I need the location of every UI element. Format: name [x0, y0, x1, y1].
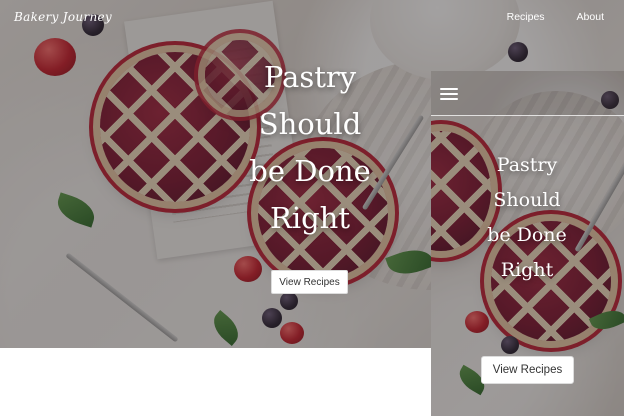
- hero-title-line: Pastry: [496, 154, 558, 176]
- blackberry-decor-3: [262, 308, 282, 328]
- leaf-decor-3: [207, 310, 245, 346]
- hero-title-line: Right: [269, 201, 350, 235]
- screenshot-stage: Bakery Journey Recipes About Pastry Shoul…: [0, 0, 624, 416]
- nav-link-recipes[interactable]: Recipes: [507, 11, 545, 23]
- hamburger-menu-icon[interactable]: [440, 87, 458, 101]
- fork-decor: [65, 252, 179, 343]
- hamburger-bar: [440, 98, 458, 100]
- strawberry-decor: [34, 38, 76, 76]
- blackberry-decor-4: [280, 292, 298, 310]
- hero-title-line: Should: [493, 189, 561, 211]
- hero-title-line: Should: [258, 107, 362, 141]
- top-navigation: Recipes About: [507, 11, 604, 23]
- strawberry-decor-2: [234, 256, 262, 282]
- nav-link-about[interactable]: About: [577, 11, 604, 23]
- leaf-decor: [53, 192, 99, 228]
- hamburger-bar: [440, 88, 458, 90]
- page-content-area: [0, 348, 431, 416]
- strawberry-decor: [465, 311, 489, 333]
- blackberry-decor-2: [508, 42, 528, 62]
- strawberry-decor-3: [280, 322, 304, 344]
- mobile-view-recipes-button[interactable]: View Recipes: [481, 356, 574, 384]
- hero-title-line: be Done: [487, 224, 567, 246]
- hamburger-bar: [440, 93, 458, 95]
- blackberry-decor: [501, 336, 519, 354]
- hero-title-line: be Done: [249, 154, 371, 188]
- hero-title-line: Pastry: [263, 60, 357, 94]
- brand-logo[interactable]: Bakery Journey: [14, 10, 112, 24]
- mobile-preview: Pastry Should be Done Right View Recipes: [431, 71, 624, 416]
- hero-title-line: Right: [500, 259, 554, 281]
- view-recipes-button[interactable]: View Recipes: [271, 270, 348, 294]
- mobile-header: [431, 71, 624, 116]
- mobile-hero-title: Pastry Should be Done Right: [477, 148, 577, 288]
- hero-title: Pastry Should be Done Right: [230, 54, 390, 242]
